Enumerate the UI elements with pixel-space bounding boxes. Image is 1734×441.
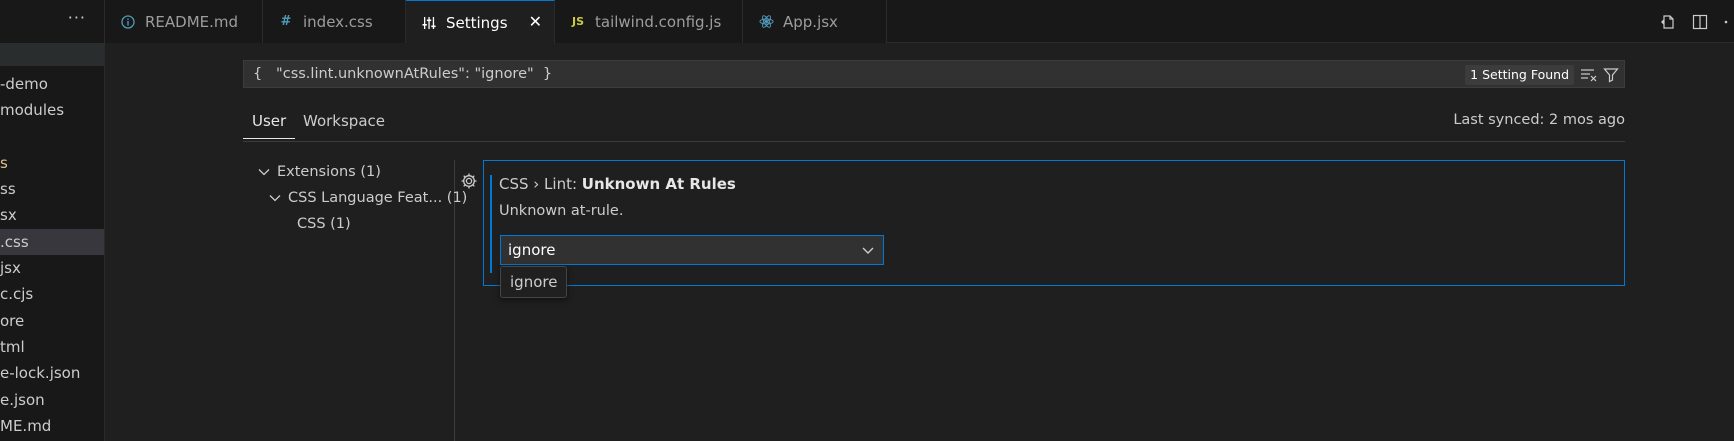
- info-icon: [119, 14, 137, 29]
- file-tree-item[interactable]: -demo: [0, 71, 104, 97]
- file-tree-item[interactable]: c.cjs: [0, 281, 104, 307]
- sidebar-header: ···: [0, 0, 104, 43]
- tab-readme[interactable]: README.md: [105, 0, 263, 43]
- file-tree-item[interactable]: [0, 124, 104, 150]
- tab-label: README.md: [145, 12, 239, 31]
- setting-value-select[interactable]: ignore: [500, 235, 884, 265]
- tab-label: Settings: [446, 13, 508, 32]
- file-tree-item[interactable]: modules: [0, 97, 104, 123]
- hash-icon: #: [280, 14, 292, 29]
- file-tree-item-selected[interactable]: .css: [0, 228, 104, 256]
- file-tree-item[interactable]: ME.md: [0, 413, 104, 439]
- tab-tailwind-config[interactable]: JS tailwind.config.js: [555, 0, 743, 43]
- clear-search-icon[interactable]: [1580, 66, 1598, 84]
- js-icon: JS: [571, 15, 584, 28]
- tab-label: App.jsx: [783, 12, 838, 31]
- settings-scope-tabs: User Workspace Last synced: 2 mos ago: [243, 108, 1625, 142]
- file-tree-item[interactable]: jsx: [0, 255, 104, 281]
- settings-search-input[interactable]: { "css.lint.unknownAtRules": "ignore" } …: [243, 60, 1625, 88]
- settings-sliders-icon: [420, 16, 438, 30]
- file-tree: -demo modules s ss sx .css jsx c.cjs ore…: [0, 71, 104, 439]
- open-settings-json-icon[interactable]: [1658, 12, 1678, 32]
- filter-icon[interactable]: [1602, 66, 1620, 84]
- search-value: { "css.lint.unknownAtRules": "ignore" }: [253, 66, 553, 82]
- explorer-sidebar: ··· -demo modules s ss sx .css jsx c.cjs…: [0, 0, 105, 441]
- settings-window: ··· -demo modules s ss sx .css jsx c.cjs…: [0, 0, 1734, 441]
- file-tree-item[interactable]: ore: [0, 308, 104, 334]
- gear-icon[interactable]: [460, 172, 478, 190]
- file-tree-item[interactable]: sx: [0, 202, 104, 228]
- tab-app-jsx[interactable]: App.jsx: [743, 0, 887, 43]
- file-tree-item[interactable]: e.json: [0, 387, 104, 413]
- setting-description: Unknown at-rule.: [499, 203, 624, 219]
- chevron-down-icon: [861, 243, 875, 261]
- close-icon[interactable]: ✕: [529, 12, 542, 31]
- toc-item-css[interactable]: CSS (1): [297, 216, 351, 232]
- chevron-down-icon: [256, 168, 272, 176]
- react-icon: [757, 14, 775, 29]
- tab-user[interactable]: User: [243, 112, 296, 139]
- toc-item-extensions[interactable]: Extensions (1): [256, 164, 381, 180]
- settings-toc: Extensions (1) CSS Language Feat... (1) …: [243, 160, 467, 441]
- more-editor-actions-icon[interactable]: [1722, 12, 1730, 32]
- folder-header[interactable]: [0, 43, 104, 66]
- toc-item-css-language-features[interactable]: CSS Language Feat... (1): [267, 190, 467, 206]
- last-synced-status: Last synced: 2 mos ago: [1453, 112, 1625, 128]
- tab-workspace[interactable]: Workspace: [303, 112, 385, 138]
- select-value: ignore: [508, 241, 556, 259]
- file-tree-item[interactable]: ss: [0, 176, 104, 202]
- more-actions-icon[interactable]: ···: [68, 8, 86, 27]
- file-tree-item[interactable]: s: [0, 150, 104, 176]
- setting-item-unknown-at-rules: CSS › Lint: Unknown At Rules Unknown at-…: [483, 160, 1625, 286]
- tab-label: index.css: [303, 12, 373, 31]
- setting-title: CSS › Lint: Unknown At Rules: [499, 175, 736, 193]
- setting-category: CSS › Lint:: [499, 175, 582, 193]
- file-tree-item[interactable]: tml: [0, 334, 104, 360]
- tab-settings[interactable]: Settings ✕: [406, 0, 555, 44]
- tab-label: tailwind.config.js: [595, 12, 722, 31]
- toc-label: CSS Language Feat... (1): [288, 190, 468, 206]
- editor-actions: [1658, 0, 1734, 43]
- settings-found-badge: 1 Setting Found: [1465, 65, 1574, 85]
- split-editor-icon[interactable]: [1690, 12, 1710, 32]
- toc-label: CSS (1): [297, 216, 351, 232]
- hover-tooltip: ignore: [500, 266, 568, 298]
- toc-label: Extensions (1): [277, 164, 381, 180]
- setting-name: Unknown At Rules: [581, 175, 736, 193]
- tab-index-css[interactable]: # index.css: [263, 0, 406, 43]
- chevron-down-icon: [267, 194, 283, 202]
- file-tree-item[interactable]: e-lock.json: [0, 360, 104, 386]
- editor-tab-bar: README.md # index.css Settings ✕ JS tail…: [105, 0, 1734, 44]
